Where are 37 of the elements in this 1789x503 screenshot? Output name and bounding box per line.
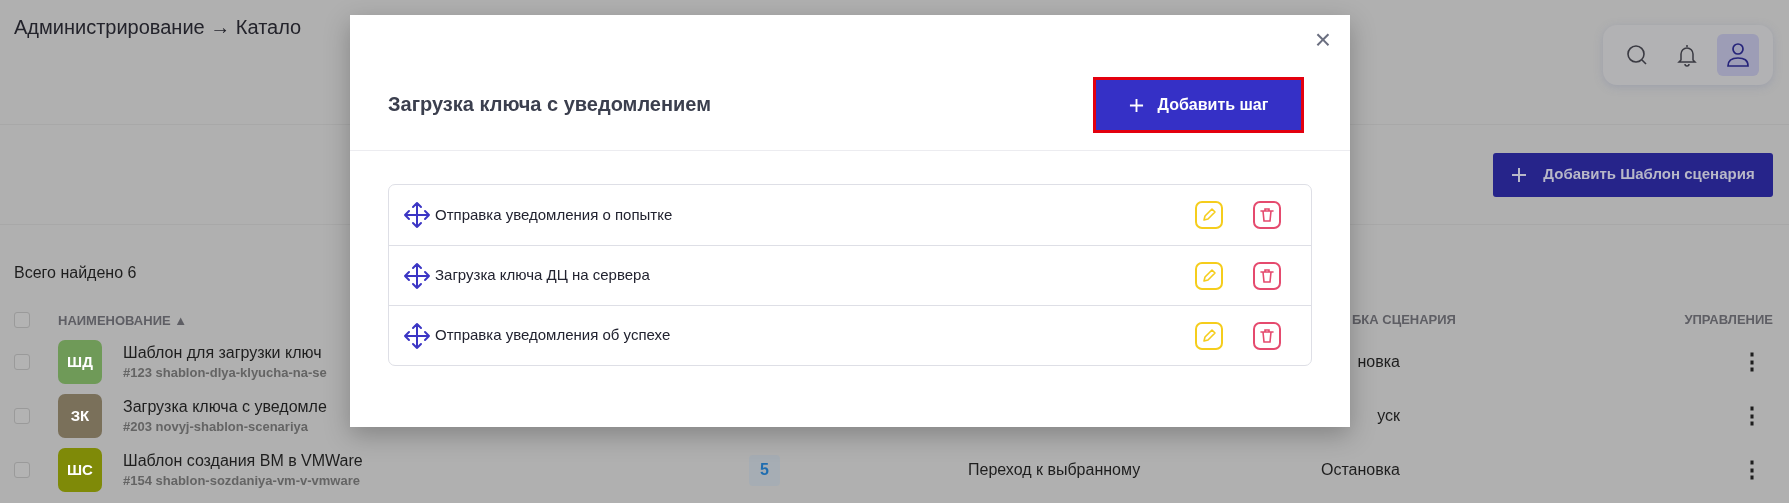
- more-menu[interactable]: ⋮: [1741, 405, 1761, 427]
- breadcrumb: Администрирование → Катало: [14, 15, 302, 40]
- delete-icon[interactable]: [1253, 261, 1281, 290]
- step-label: Отправка уведомления о попытке: [435, 204, 674, 225]
- checkbox[interactable]: [14, 408, 30, 424]
- avatar: ЗК: [58, 394, 102, 438]
- status-text: Остановка: [1321, 461, 1400, 478]
- checkbox[interactable]: [14, 312, 30, 328]
- step-label: Загрузка ключа ДЦ на сервера: [435, 265, 651, 286]
- add-step-button[interactable]: Добавить шаг: [1093, 77, 1304, 133]
- move-icon[interactable]: [403, 201, 431, 229]
- modal-title: Загрузка ключа с уведомлением: [388, 92, 711, 117]
- avatar: ШД: [58, 340, 102, 384]
- transition-text: Переход к выбранному: [968, 461, 1141, 478]
- template-slug: #154 shablon-sozdaniya-vm-v-vmware: [123, 472, 361, 490]
- checkbox[interactable]: [14, 354, 30, 370]
- avatar: ШС: [58, 448, 102, 492]
- move-icon[interactable]: [403, 261, 431, 290]
- steps-count: 5: [749, 454, 780, 486]
- close-button[interactable]: ×: [1308, 25, 1338, 55]
- move-icon[interactable]: [403, 321, 431, 350]
- plus-icon: [1128, 97, 1144, 113]
- template-slug: #203 novyj-shablon-scenariya: [123, 418, 309, 436]
- checkbox[interactable]: [14, 462, 30, 478]
- template-slug: #123 shablon-dlya-klyucha-na-se: [123, 364, 328, 382]
- total-count: Всего найдено 6: [14, 264, 137, 281]
- status-text: уск: [1377, 407, 1400, 424]
- status-text: новка: [1357, 353, 1400, 370]
- step-label: Отправка уведомления об успехе: [435, 325, 672, 346]
- delete-icon[interactable]: [1253, 321, 1281, 350]
- add-template-button[interactable]: Добавить Шаблон сценария: [1493, 152, 1773, 197]
- more-menu[interactable]: ⋮: [1741, 351, 1761, 373]
- user-icon[interactable]: [1717, 34, 1759, 76]
- delete-icon[interactable]: [1253, 201, 1281, 229]
- plus-icon: [1511, 166, 1528, 183]
- more-menu[interactable]: ⋮: [1741, 459, 1761, 481]
- template-name[interactable]: Шаблон создания ВМ в VMWare: [123, 450, 749, 472]
